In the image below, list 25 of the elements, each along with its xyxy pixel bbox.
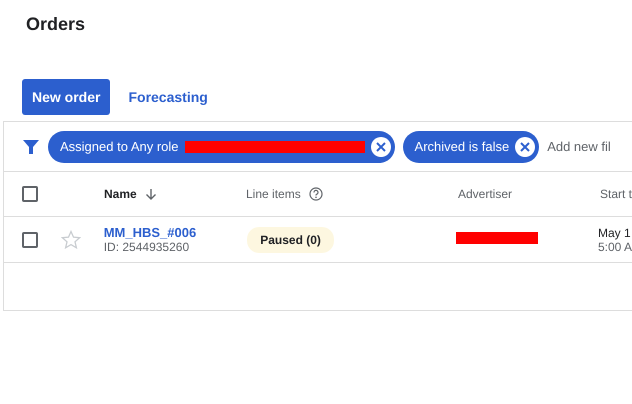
- row-checkbox[interactable]: [22, 232, 38, 248]
- status-badge: Paused (0): [247, 226, 334, 252]
- filter-chip[interactable]: Archived is false: [402, 130, 540, 162]
- column-header[interactable]: Name: [104, 185, 137, 203]
- tab[interactable]: New order: [22, 79, 110, 115]
- sort-arrow-icon[interactable]: [144, 188, 157, 200]
- close-icon[interactable]: [515, 136, 536, 156]
- column-header[interactable]: Advertiser: [458, 185, 512, 203]
- select-all-checkbox[interactable]: [22, 186, 38, 202]
- star-icon[interactable]: [60, 230, 81, 250]
- add-filter-link[interactable]: Add new fil: [547, 136, 611, 156]
- chip-label: Assigned to Any role: [60, 138, 179, 156]
- chip-label: Archived is false: [414, 138, 510, 156]
- filter-chip[interactable]: Assigned to Any role: [48, 130, 395, 162]
- help-icon[interactable]: [308, 187, 323, 201]
- page-title: Orders: [26, 13, 86, 35]
- start-date: May 1: [598, 226, 632, 240]
- column-header[interactable]: Start t: [600, 185, 632, 203]
- column-header[interactable]: Line items: [246, 185, 301, 203]
- close-icon[interactable]: [370, 136, 391, 156]
- order-name-link[interactable]: MM_HBS_#006: [104, 225, 246, 240]
- tab[interactable]: Forecasting: [118, 79, 218, 115]
- start-time: 5:00 A: [598, 240, 632, 254]
- filter-icon[interactable]: [22, 138, 40, 156]
- order-id: ID: 2544935260: [104, 240, 190, 254]
